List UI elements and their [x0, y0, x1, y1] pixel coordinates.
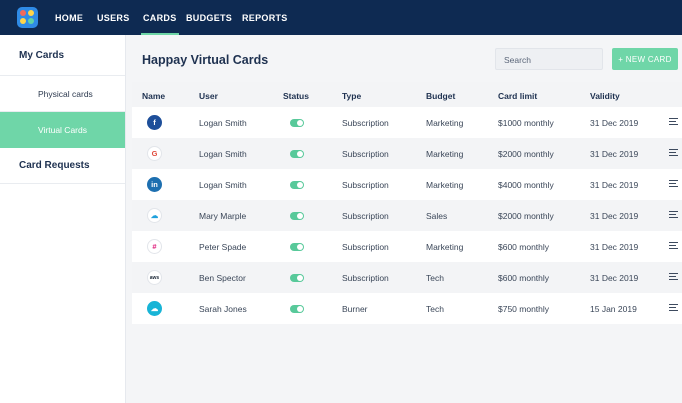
- cell-user: Peter Spade: [199, 242, 247, 252]
- cell-user: Mary Marple: [199, 211, 247, 221]
- table-row[interactable]: in Logan Smith Subscription Marketing $4000 …: [132, 169, 682, 200]
- col-type: Type: [342, 91, 362, 101]
- status-toggle[interactable]: [290, 243, 304, 251]
- sidebar-item-my-cards[interactable]: My Cards: [0, 35, 125, 76]
- cell-budget: Marketing: [426, 180, 464, 190]
- table-row[interactable]: ☁ Sarah Jones Burner Tech $750 monthly 15 Jan…: [132, 293, 682, 324]
- table-row[interactable]: f Logan Smith Subscription Marketing $1000 m…: [132, 107, 682, 138]
- app-logo-icon[interactable]: [17, 7, 38, 28]
- nav-reports[interactable]: REPORTS: [242, 0, 288, 35]
- nav-budgets[interactable]: BUDGETS: [186, 0, 232, 35]
- linkedin-icon: in: [147, 177, 162, 192]
- cell-card-limit: $2000 monthly: [498, 211, 554, 221]
- cell-budget: Tech: [426, 273, 444, 283]
- cell-budget: Marketing: [426, 149, 464, 159]
- cell-validity: 31 Dec 2019: [590, 118, 639, 128]
- row-menu-icon[interactable]: [669, 273, 678, 281]
- cell-type: Subscription: [342, 149, 389, 159]
- aws-icon: aws: [147, 270, 162, 285]
- cell-type: Burner: [342, 304, 368, 314]
- cell-card-limit: $600 monthly: [498, 273, 550, 283]
- cell-type: Subscription: [342, 211, 389, 221]
- cell-card-limit: $1000 monthly: [498, 118, 554, 128]
- cell-user: Logan Smith: [199, 149, 247, 159]
- cell-validity: 31 Dec 2019: [590, 273, 639, 283]
- col-validity: Validity: [590, 91, 620, 101]
- nav-home[interactable]: HOME: [55, 0, 83, 35]
- table-row[interactable]: ☁ Mary Marple Subscription Sales $2000 month…: [132, 200, 682, 231]
- cell-budget: Sales: [426, 211, 448, 221]
- google-icon: G: [147, 146, 162, 161]
- col-status: Status: [283, 91, 309, 101]
- status-toggle[interactable]: [290, 274, 304, 282]
- table-row[interactable]: # Peter Spade Subscription Marketing $600 mo…: [132, 231, 682, 262]
- table-header: Name User Status Type Budget Card limit …: [132, 82, 682, 107]
- row-menu-icon[interactable]: [669, 118, 678, 126]
- cell-type: Subscription: [342, 180, 389, 190]
- main-content: Happay Virtual Cards Search + NEW CARD N…: [126, 35, 682, 403]
- cell-budget: Marketing: [426, 118, 464, 128]
- row-menu-icon[interactable]: [669, 180, 678, 188]
- slack-icon: #: [147, 239, 162, 254]
- facebook-icon: f: [147, 115, 162, 130]
- cell-card-limit: $600 monthly: [498, 242, 550, 252]
- sidebar-item-virtual-cards[interactable]: Virtual Cards: [0, 112, 125, 148]
- sidebar-item-physical-cards[interactable]: Physical cards: [0, 76, 125, 112]
- sidebar: My Cards Physical cards Virtual Cards Ca…: [0, 35, 126, 403]
- salesforce-icon: ☁: [147, 208, 162, 223]
- cell-card-limit: $2000 monthly: [498, 149, 554, 159]
- page-title: Happay Virtual Cards: [142, 53, 269, 67]
- col-user: User: [199, 91, 218, 101]
- cell-type: Subscription: [342, 118, 389, 128]
- cell-user: Sarah Jones: [199, 304, 247, 314]
- cell-type: Subscription: [342, 242, 389, 252]
- cell-user: Logan Smith: [199, 118, 247, 128]
- row-menu-icon[interactable]: [669, 304, 678, 312]
- sidebar-item-card-requests[interactable]: Card Requests: [0, 148, 125, 184]
- status-toggle[interactable]: [290, 181, 304, 189]
- nav-users[interactable]: USERS: [97, 0, 130, 35]
- row-menu-icon[interactable]: [669, 242, 678, 250]
- cell-validity: 31 Dec 2019: [590, 180, 639, 190]
- col-budget: Budget: [426, 91, 456, 101]
- status-toggle[interactable]: [290, 150, 304, 158]
- top-navbar: HOME USERS CARDS BUDGETS REPORTS: [0, 0, 682, 35]
- nav-cards[interactable]: CARDS: [141, 0, 179, 35]
- status-toggle[interactable]: [290, 212, 304, 220]
- cell-validity: 15 Jan 2019: [590, 304, 637, 314]
- cell-budget: Tech: [426, 304, 444, 314]
- col-name: Name: [142, 91, 166, 101]
- search-input[interactable]: Search: [495, 48, 603, 70]
- cell-user: Logan Smith: [199, 180, 247, 190]
- cell-validity: 31 Dec 2019: [590, 149, 639, 159]
- cell-validity: 31 Dec 2019: [590, 211, 639, 221]
- row-menu-icon[interactable]: [669, 211, 678, 219]
- cards-table: Name User Status Type Budget Card limit …: [132, 82, 682, 324]
- cell-card-limit: $750 monthly: [498, 304, 550, 314]
- status-toggle[interactable]: [290, 305, 304, 313]
- cell-card-limit: $4000 monthly: [498, 180, 554, 190]
- cloud-icon: ☁: [147, 301, 162, 316]
- table-row[interactable]: G Logan Smith Subscription Marketing $2000 m…: [132, 138, 682, 169]
- cell-validity: 31 Dec 2019: [590, 242, 639, 252]
- status-toggle[interactable]: [290, 119, 304, 127]
- new-card-button[interactable]: + NEW CARD: [612, 48, 678, 70]
- table-row[interactable]: aws Ben Spector Subscription Tech $600 month…: [132, 262, 682, 293]
- cell-type: Subscription: [342, 273, 389, 283]
- row-menu-icon[interactable]: [669, 149, 678, 157]
- cell-budget: Marketing: [426, 242, 464, 252]
- col-card-limit: Card limit: [498, 91, 538, 101]
- cell-user: Ben Spector: [199, 273, 246, 283]
